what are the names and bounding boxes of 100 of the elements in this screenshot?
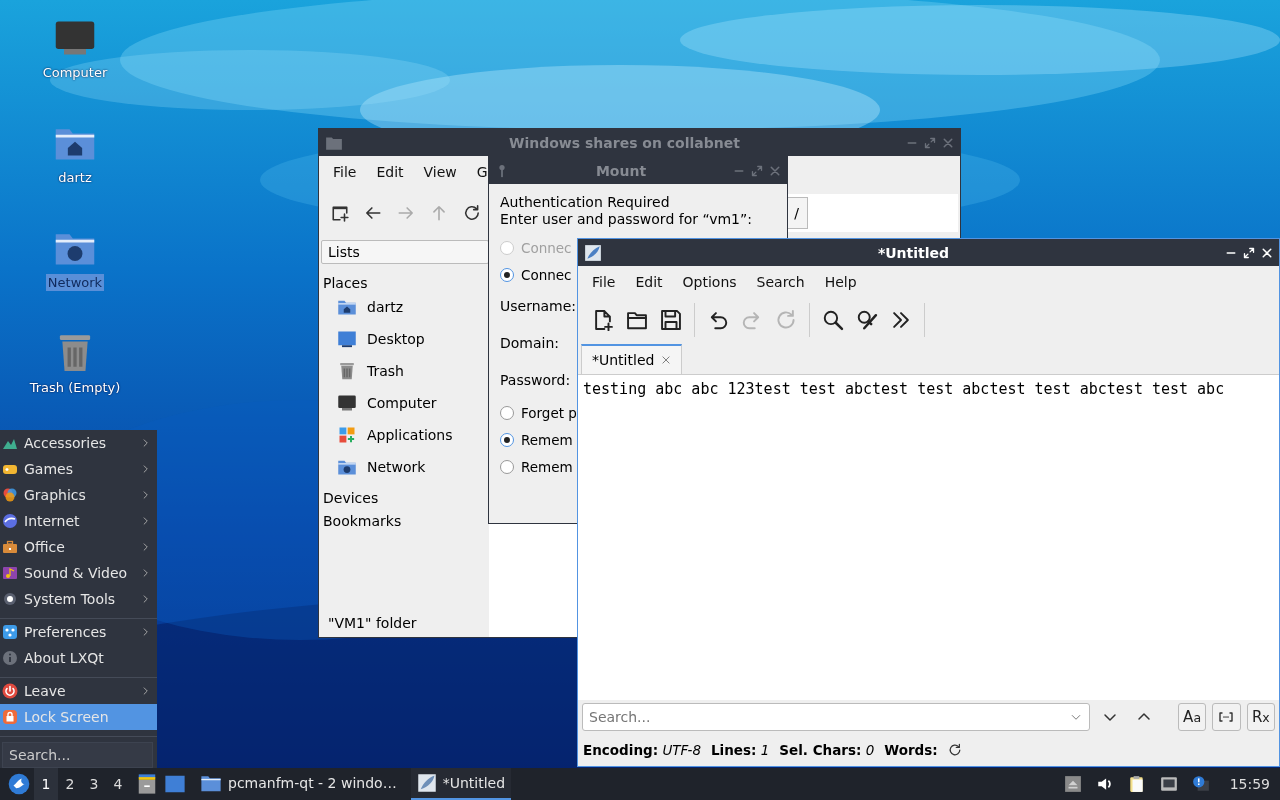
menu-item[interactable]: Leave [0,678,157,704]
menu-item[interactable]: Options [682,274,737,290]
menu-item[interactable]: Office [0,534,157,560]
place-item[interactable]: Trash [367,363,404,379]
menu-item[interactable]: G [476,164,488,180]
window-title: Windows shares on collabnet [508,134,741,151]
menu-item[interactable]: File [592,274,616,290]
start-icon [8,773,30,795]
menu-item[interactable]: Internet [0,508,157,534]
place-item[interactable]: Desktop [367,331,425,347]
menu-item[interactable]: Edit [376,164,404,180]
field-label: Domain: [500,335,560,352]
notification-icon[interactable] [1191,775,1210,793]
section-header[interactable]: Bookmarks [321,513,489,529]
clipboard-icon[interactable] [1127,775,1146,793]
desktop-switcher-button[interactable]: 3 [82,768,106,800]
file-cabinet-icon[interactable] [136,773,158,795]
icon-label[interactable]: Network [45,274,105,291]
text-area[interactable]: testing abc abc 123test test abctest test abctest test abctest test abc [578,375,1279,700]
monitor-icon [337,329,357,349]
place-item[interactable]: Applications [367,427,453,443]
radio-label[interactable]: Connec [521,266,572,283]
section-header[interactable]: Devices [321,490,489,506]
taskbar-button[interactable]: *Untitled [410,768,512,800]
color-wheel-icon [2,487,18,503]
eject-icon[interactable] [1063,775,1082,793]
menu-item[interactable]: Accessories [0,430,157,456]
search-field[interactable]: Search... [2,742,153,768]
chevron-right-icon [141,464,151,474]
status-field: Words: [884,742,938,758]
radio-label[interactable]: Forget p [521,404,577,421]
status-text: "VM1" folder [327,614,418,633]
bracket-icon [1218,709,1235,725]
feather-icon [584,243,602,262]
desktop-switcher-button[interactable]: 4 [106,768,130,800]
radio-button[interactable] [500,459,514,474]
radio-button[interactable] [500,405,514,420]
new-file-icon[interactable] [592,309,614,331]
place-item[interactable]: dartz [367,299,404,315]
globe-icon [2,513,18,529]
taskbar-button[interactable]: pcmanfm-qt - 2 windo… [194,768,403,800]
chevron-right-icon [141,516,151,526]
new-tab-icon[interactable] [331,204,349,222]
menu-item[interactable]: Graphics [0,482,157,508]
dialog-heading: Authentication Required [500,194,670,211]
reload-icon[interactable] [947,743,962,757]
whole-word-button[interactable] [1212,703,1241,731]
tab[interactable]: *Untitled [581,344,683,374]
media-icon [2,565,18,581]
save-icon[interactable] [660,309,682,331]
feather-icon [416,773,437,793]
find-replace-icon[interactable] [856,309,878,331]
icon-label[interactable]: Trash (Empty) [27,379,123,396]
menu-item[interactable]: Games [0,456,157,482]
menu-item[interactable]: Sound & Video [0,560,157,586]
field-label: Username: [500,298,577,315]
chevron-right-icon [141,568,151,578]
place-item[interactable]: Network [367,459,426,475]
side-pane-selector[interactable]: Lists [321,240,489,264]
menu-item[interactable]: About LXQt [0,645,157,671]
folder-icon[interactable] [626,309,648,331]
menu-item[interactable]: Edit [635,274,663,290]
briefcase-icon [2,539,18,555]
menu-item[interactable]: System Tools [0,586,157,612]
reload-icon[interactable] [463,204,481,222]
radio-button[interactable] [500,432,514,447]
address-field[interactable]: / [788,194,958,232]
back-arrow-icon[interactable] [364,204,382,222]
section-header[interactable]: Places [321,275,489,291]
computer-icon [337,393,357,413]
menu-item[interactable]: Search [756,274,805,290]
search-icon[interactable] [822,309,844,331]
menu-item[interactable]: View [423,164,457,180]
place-item[interactable]: Computer [367,395,437,411]
desktop-switcher-button[interactable]: 2 [58,768,82,800]
chevron-right-icon [141,438,151,448]
desktop-switcher-button[interactable]: 1 [34,768,58,800]
double-chevron-icon[interactable] [890,309,912,331]
dialog-prompt: Enter user and password for “vm1”: [500,211,752,228]
icon-label[interactable]: dartz [56,169,94,186]
power-icon [2,683,18,699]
menu-item[interactable]: Preferences [0,619,157,645]
status-field: Encoding: UTF-8 [583,742,701,758]
radio-label[interactable]: Remem [521,458,573,475]
monitor-icon[interactable] [164,773,186,795]
chevron-right-icon [141,490,151,500]
search-field[interactable]: Search... [582,703,1090,731]
chevron-right-icon [141,686,151,696]
menu-item[interactable]: File [333,164,357,180]
network-icon[interactable] [1159,775,1178,793]
menu-item[interactable]: Help [824,274,857,290]
grid-icon [337,425,357,445]
path-button[interactable]: / [788,197,808,229]
radio-label[interactable]: Remem [521,431,573,448]
field-label: Password: [500,372,571,389]
dots-icon [2,624,18,640]
close-icon[interactable] [1261,246,1273,259]
radio-button[interactable] [500,267,514,282]
clock[interactable]: 15:59 [1229,776,1270,792]
chevron-right-icon [141,627,151,637]
